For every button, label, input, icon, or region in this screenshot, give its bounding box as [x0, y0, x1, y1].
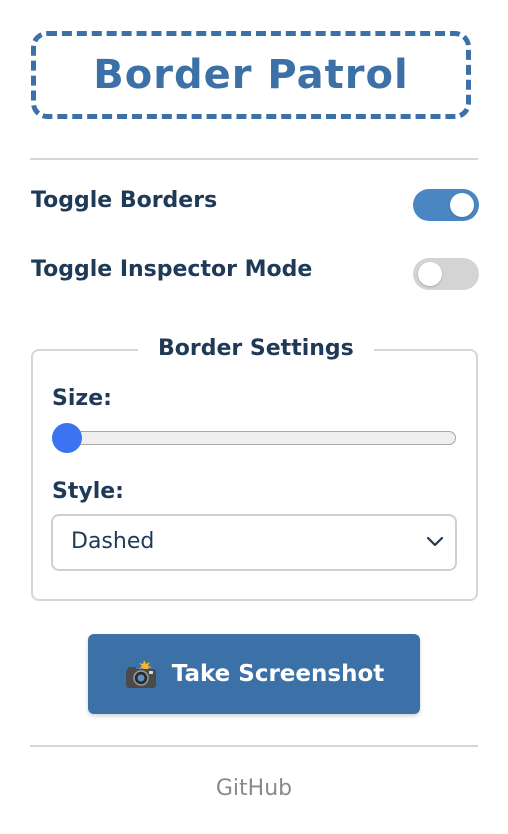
github-link[interactable]: GitHub [0, 776, 508, 801]
footer-divider [30, 745, 478, 747]
app-title: Border Patrol [93, 52, 409, 98]
size-slider-track[interactable] [52, 431, 456, 445]
toggle-knob [450, 193, 474, 217]
style-select-value: Dashed [71, 529, 155, 554]
size-label: Size: [52, 386, 112, 411]
toggle-borders-label: Toggle Borders [31, 188, 218, 213]
take-screenshot-label: Take Screenshot [171, 661, 385, 687]
camera-flash-icon [125, 660, 156, 688]
toggle-borders-switch[interactable] [413, 189, 479, 221]
chevron-down-icon [426, 536, 444, 547]
title-banner: Border Patrol [31, 31, 471, 119]
header-divider [30, 158, 478, 160]
size-slider-thumb[interactable] [52, 423, 82, 453]
style-select[interactable]: Dashed [51, 514, 457, 571]
take-screenshot-button[interactable]: Take Screenshot [88, 634, 420, 714]
toggle-inspector-switch[interactable] [413, 258, 479, 290]
toggle-inspector-label: Toggle Inspector Mode [31, 257, 313, 282]
style-label: Style: [52, 479, 124, 504]
border-settings-legend: Border Settings [138, 336, 374, 361]
toggle-knob [418, 262, 442, 286]
